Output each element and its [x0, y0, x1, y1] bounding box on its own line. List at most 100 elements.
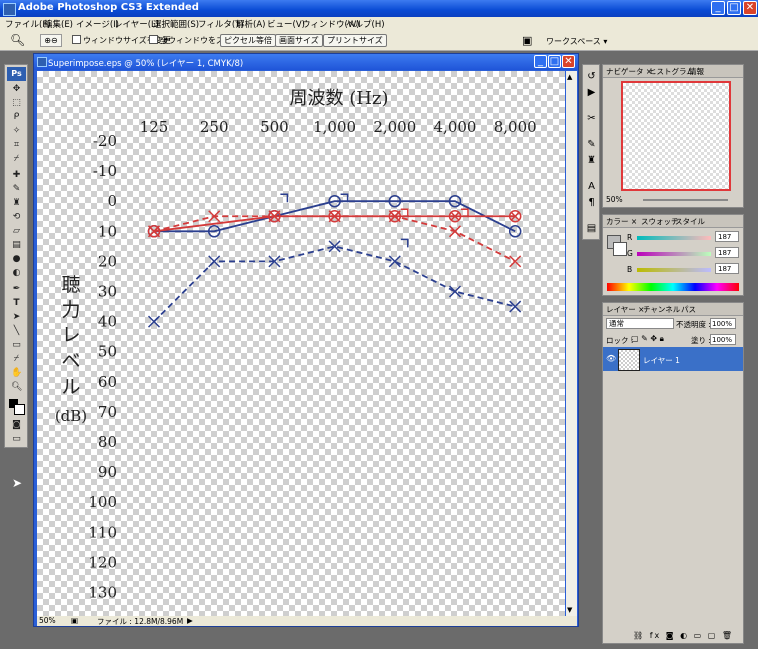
tab-paths[interactable]: パス: [681, 304, 696, 315]
workspace-menu[interactable]: ワークスペース ▾: [546, 36, 607, 47]
dodge-tool-icon[interactable]: ◐: [11, 269, 22, 278]
app-title-bar[interactable]: Adobe Photoshop CS3 Extended _ □ ✕: [0, 0, 758, 17]
line-tool-icon[interactable]: ╲: [11, 327, 22, 336]
menu-select[interactable]: 選択範囲(S): [153, 18, 199, 30]
menu-edit[interactable]: 編集(E): [44, 18, 73, 30]
doc-close-button[interactable]: ✕: [562, 55, 575, 68]
tab-color[interactable]: カラー ×: [606, 216, 637, 227]
document-canvas[interactable]: 周波数 (Hz) 125 250 500 1,000 2,000 4,000 8,000 -…: [37, 71, 565, 616]
path-select-icon[interactable]: ➤: [11, 313, 22, 322]
zoom-tool-box-icon[interactable]: 🔍︎: [11, 383, 22, 392]
document-title-bar[interactable]: Superimpose.eps @ 50% (レイヤー 1, CMYK/8) _…: [34, 54, 578, 70]
blur-tool-icon[interactable]: ●: [11, 255, 22, 264]
y-tick-label: 10: [98, 222, 117, 240]
character-icon[interactable]: A: [586, 181, 597, 192]
opacity-input[interactable]: 100%: [710, 318, 736, 329]
zoom-tool-icon[interactable]: 🔍︎: [10, 33, 25, 47]
pen-tool-icon[interactable]: ✒: [11, 285, 22, 294]
scroll-down-icon[interactable]: ▼: [567, 606, 572, 614]
brush-tool-icon[interactable]: ✎: [11, 185, 22, 194]
navigator-panel: ナビゲータ × ヒストグラム 情報 50%: [602, 64, 744, 208]
menu-view[interactable]: ビュー(V): [267, 18, 305, 30]
menu-analysis[interactable]: 解析(A): [236, 18, 265, 30]
y-tick-label: 0: [107, 192, 117, 210]
channel-g-slider[interactable]: [637, 252, 711, 256]
layer-name[interactable]: レイヤー 1: [643, 355, 680, 366]
eraser-tool-icon[interactable]: ▱: [11, 227, 22, 236]
history-brush-icon[interactable]: ⟲: [11, 213, 22, 222]
fill-input[interactable]: 100%: [710, 334, 736, 345]
doc-minimize-button[interactable]: _: [534, 55, 547, 68]
actions-icon[interactable]: ▶: [586, 87, 597, 98]
lock-icons[interactable]: ▢ ✎ ✥ 🔒︎: [631, 334, 664, 344]
eyedropper-icon[interactable]: ⌿: [11, 355, 22, 364]
close-button[interactable]: ✕: [743, 1, 757, 15]
y-tick-label: 110: [88, 523, 117, 541]
tab-channels[interactable]: チャンネル: [643, 304, 680, 315]
magic-wand-icon[interactable]: ✧: [11, 127, 22, 136]
doc-maximize-button[interactable]: □: [548, 55, 561, 68]
channel-g-input[interactable]: 187: [715, 247, 739, 258]
status-menu-arrow-icon[interactable]: ▶: [187, 616, 193, 625]
tab-histogram[interactable]: ヒストグラム: [649, 66, 694, 77]
y-axis-label: 聴力レベル (dB): [55, 274, 87, 425]
menu-help[interactable]: ヘルプ(H): [346, 18, 385, 30]
tab-navigator[interactable]: ナビゲータ ×: [606, 66, 652, 77]
zoom-level[interactable]: 50%: [39, 616, 56, 625]
layer-comps-icon[interactable]: ▤: [586, 223, 597, 234]
menu-image[interactable]: イメージ(I): [76, 18, 119, 30]
actual-pixels-button[interactable]: ピクセル等倍: [220, 34, 276, 47]
vertical-scrollbar[interactable]: ▲ ▼: [566, 71, 577, 616]
background-color-swatch[interactable]: [14, 404, 25, 415]
status-info-icon[interactable]: ▣: [71, 616, 78, 625]
channel-b-input[interactable]: 187: [715, 263, 739, 274]
tab-info[interactable]: 情報: [689, 66, 704, 77]
navigator-zoom[interactable]: 50%: [606, 195, 623, 204]
print-size-button[interactable]: プリントサイズ: [323, 34, 387, 47]
marquee-tool-icon[interactable]: ⬚: [11, 99, 22, 108]
navigator-zoom-slider[interactable]: [643, 199, 728, 201]
history-icon[interactable]: ↺: [586, 71, 597, 82]
lasso-tool-icon[interactable]: ᑭ: [11, 113, 22, 122]
scroll-up-icon[interactable]: ▲: [567, 73, 572, 81]
bone-bracket-mark: [400, 238, 409, 248]
quick-mask-icon[interactable]: ◙: [11, 421, 22, 430]
channel-r-input[interactable]: 187: [715, 231, 739, 242]
notes-tool-icon[interactable]: ▭: [11, 341, 22, 350]
series-2: [147, 210, 522, 268]
clone-source-icon[interactable]: ♜: [586, 155, 597, 166]
paragraph-icon[interactable]: ¶: [586, 197, 597, 208]
gradient-tool-icon[interactable]: ▤: [11, 241, 22, 250]
layer-row[interactable]: 👁︎ レイヤー 1: [603, 347, 743, 371]
hand-tool-icon[interactable]: ✋: [11, 369, 22, 378]
minimize-button[interactable]: _: [711, 1, 725, 15]
document-window[interactable]: Superimpose.eps @ 50% (レイヤー 1, CMYK/8) _…: [33, 53, 579, 627]
channel-r-slider[interactable]: [637, 236, 711, 240]
crop-tool-icon[interactable]: ⌗: [11, 141, 22, 150]
color-spectrum-bar[interactable]: [607, 283, 739, 291]
color-background-swatch[interactable]: [613, 242, 627, 256]
tab-layers[interactable]: レイヤー ×: [606, 304, 644, 315]
blend-mode-select[interactable]: 通常: [606, 318, 674, 329]
move-tool-icon[interactable]: ✥: [11, 85, 22, 94]
channel-b-slider[interactable]: [637, 268, 711, 272]
layer-visibility-icon[interactable]: 👁︎: [606, 354, 616, 363]
stamp-tool-icon[interactable]: ♜: [11, 199, 22, 208]
layer-footer-icons[interactable]: ⛓ fx ◙ ◐ ▭ ▢ 🗑︎: [633, 631, 734, 640]
tab-styles[interactable]: スタイル: [675, 216, 705, 227]
y-tick-label: 20: [98, 252, 117, 270]
x-tick-label: 1,000: [313, 118, 356, 136]
brushes-icon[interactable]: ✎: [586, 139, 597, 150]
tab-swatches[interactable]: スウォッチ: [641, 216, 679, 227]
y-axis-label-char: レ: [61, 324, 80, 346]
maximize-button[interactable]: □: [727, 1, 741, 15]
fit-screen-button[interactable]: 画面サイズ: [275, 34, 323, 47]
screen-mode-icon[interactable]: ▭: [11, 435, 22, 444]
eyedropper-tool-icon[interactable]: ⌿: [11, 155, 22, 164]
healing-brush-icon[interactable]: ✚: [11, 171, 22, 180]
x-tick-label: 8,000: [494, 118, 537, 136]
navigator-preview[interactable]: [621, 81, 731, 191]
zoom-in-out-icon[interactable]: ⊕⊖: [40, 34, 62, 47]
type-tool-icon[interactable]: T: [11, 299, 22, 308]
tools-icon[interactable]: ✂: [586, 113, 597, 124]
